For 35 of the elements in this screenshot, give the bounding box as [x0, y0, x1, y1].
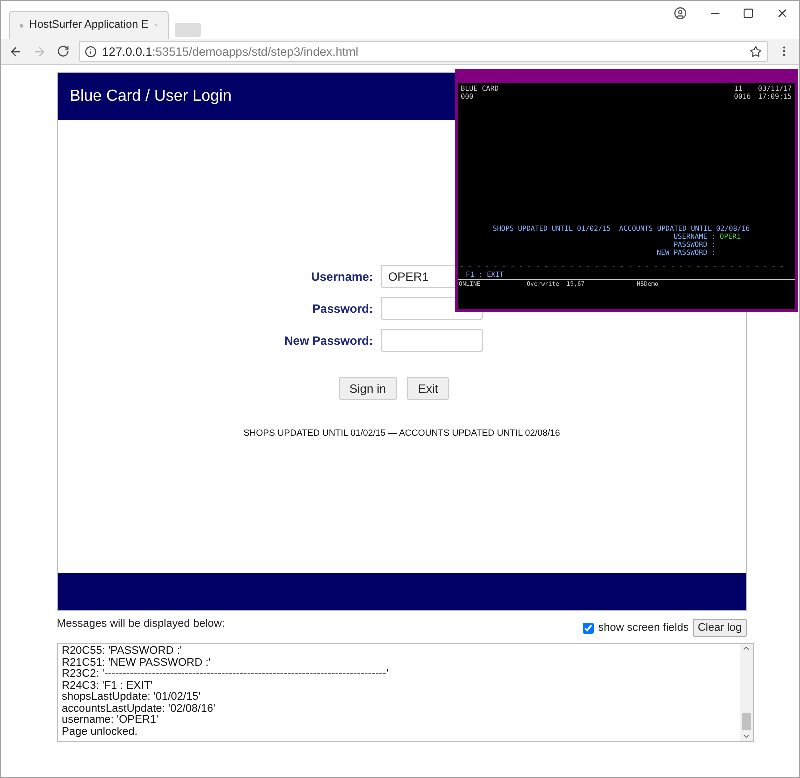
back-icon[interactable] — [9, 44, 23, 58]
checkbox-label: show screen fields — [598, 620, 689, 636]
field-label: Username: — [310, 268, 374, 286]
log-line: username: 'OPER1' — [62, 715, 159, 726]
address-bar[interactable]: 127.0.0.1:53515/demoapps/std/step3/index.html — [79, 41, 768, 62]
reload-icon[interactable] — [56, 45, 70, 58]
maximize-icon[interactable] — [743, 8, 754, 19]
profile-icon[interactable] — [674, 7, 687, 20]
scroll-down-icon[interactable] — [742, 732, 751, 741]
scroll-thumb[interactable] — [742, 713, 751, 730]
log-line: accountsLastUpdate: '02/08/16' — [62, 704, 216, 715]
close-window-icon[interactable] — [776, 7, 789, 20]
browser-tab[interactable]: HostSurfer Application E — [9, 11, 169, 39]
update-note: SHOPS UPDATED UNTIL 01/02/15 — ACCOUNTS UPDATED UNTIL 02/08/16 — [244, 427, 560, 440]
log-line: R24C3: 'F1 : EXIT' — [62, 680, 154, 692]
scroll-up-icon[interactable] — [742, 644, 751, 653]
bookmark-star-icon[interactable] — [750, 46, 762, 58]
tab-title: HostSurfer Application E — [30, 18, 149, 34]
form-button[interactable]: Exit — [407, 377, 450, 400]
field-label: Password: — [312, 300, 374, 318]
scrollbar[interactable] — [740, 644, 753, 741]
log-line: R23C2: '-----------------------------------------------------------------------------' — [62, 669, 390, 680]
messages-caption: Messages will be displayed below: — [57, 617, 226, 632]
url-text: 127.0.0.1:53515/demoapps/std/step3/index.html — [102, 44, 359, 60]
log-line: Page unlocked. — [62, 726, 139, 738]
form-button[interactable]: Sign in — [338, 377, 398, 400]
page-title: Blue Card / User Login — [70, 86, 232, 106]
log-line: R20C55: 'PASSWORD :' — [62, 646, 184, 658]
text-field[interactable] — [381, 329, 484, 352]
log-line: R21C51: 'NEW PASSWORD :' — [62, 658, 212, 669]
info-icon — [85, 46, 98, 58]
clear-log-button[interactable]: Clear log — [692, 619, 747, 637]
show-fields-checkbox[interactable] — [583, 622, 594, 634]
field-label: New Password: — [284, 332, 374, 350]
log-line: shopsLastUpdate: '01/02/15' — [62, 692, 202, 704]
